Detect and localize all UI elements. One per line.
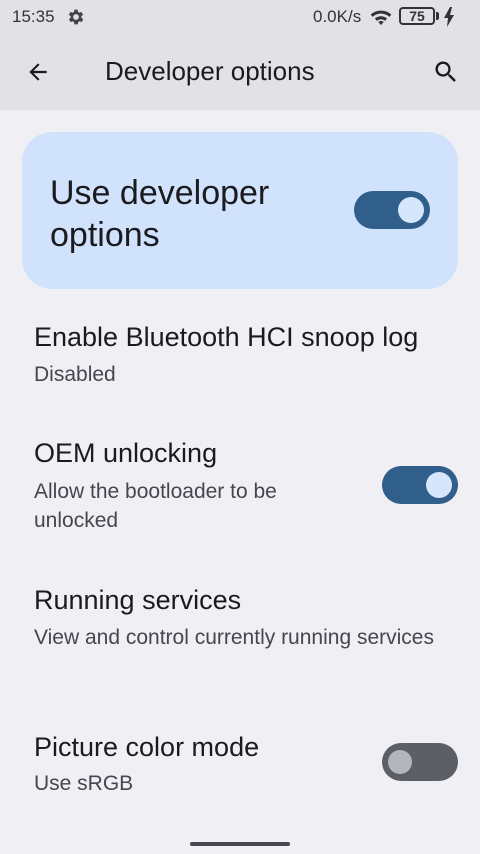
- search-button[interactable]: [426, 52, 466, 92]
- use-developer-options-label: Use developer options: [50, 174, 270, 254]
- switch-thumb: [398, 197, 424, 223]
- status-time: 15:35: [12, 7, 55, 26]
- wifi-icon: [370, 10, 392, 26]
- pref-summary: Disabled: [34, 363, 116, 386]
- pref-oem-unlocking[interactable]: OEM unlocking Allow the bootloader to be…: [0, 428, 480, 548]
- pref-title: Running services: [34, 585, 242, 615]
- pref-summary: Allow the bootloader to be unlocked: [34, 480, 277, 532]
- gesture-navigation-bar[interactable]: [190, 842, 290, 846]
- developer-options-screen: 15:35 0.0K/s 75 Developer options Use de…: [0, 0, 480, 854]
- status-bar: 15:35 0.0K/s 75: [0, 0, 480, 34]
- pref-summary: Use sRGB: [34, 772, 134, 795]
- battery-level: 75: [409, 8, 425, 24]
- use-developer-options-card[interactable]: Use developer options: [22, 132, 458, 289]
- page-title: Developer options: [105, 56, 315, 86]
- switch-thumb: [388, 750, 412, 774]
- arrow-back-icon: [29, 63, 47, 81]
- picture-color-mode-switch[interactable]: [382, 743, 458, 781]
- pref-title: OEM unlocking: [34, 438, 218, 468]
- pref-summary: View and control currently running servi…: [34, 626, 434, 649]
- pref-picture-color-mode[interactable]: Picture color mode Use sRGB: [0, 720, 480, 820]
- pref-bluetooth-hci-snoop-log[interactable]: Enable Bluetooth HCI snoop log Disabled: [0, 310, 480, 406]
- battery-tip: [436, 12, 439, 20]
- charging-bolt-icon: [444, 7, 454, 27]
- use-developer-options-switch[interactable]: [354, 191, 430, 229]
- search-icon: [435, 61, 456, 82]
- back-button[interactable]: [18, 52, 58, 92]
- switch-thumb: [426, 472, 452, 498]
- oem-unlocking-switch[interactable]: [382, 466, 458, 504]
- pref-title: Picture color mode: [34, 732, 260, 762]
- app-bar: Developer options: [0, 34, 480, 110]
- pref-running-services[interactable]: Running services View and control curren…: [0, 575, 480, 695]
- battery-icon: 75: [399, 7, 435, 25]
- pref-title: Enable Bluetooth HCI snoop log: [34, 322, 419, 352]
- settings-gear-icon: [68, 9, 84, 25]
- network-speed: 0.0K/s: [313, 7, 362, 26]
